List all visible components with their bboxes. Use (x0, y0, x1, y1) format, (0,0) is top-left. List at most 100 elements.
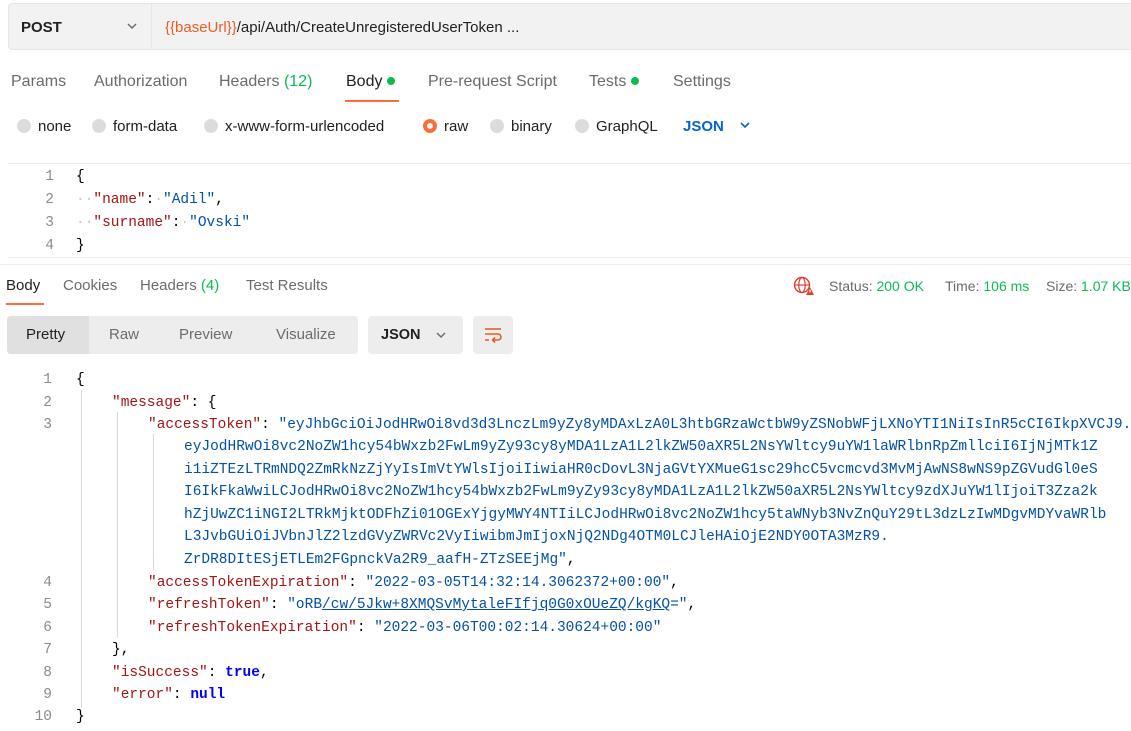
json-string: "eyJhbGciOiJodHRwOi8vd3d3LnczLm9yZy8yMDA… (278, 417, 1131, 433)
code-line: }, (112, 642, 130, 658)
json-string: "oRB (287, 597, 323, 613)
headers-count-badge: (4) (200, 277, 220, 294)
tab-params[interactable]: Params (11, 73, 66, 91)
line-number: 3 (45, 215, 54, 231)
body-format-dropdown[interactable]: JSON (683, 118, 752, 135)
code-line: "accessTokenExpiration": "2022-03-05T14:… (148, 575, 679, 591)
radio-binary[interactable]: binary (490, 118, 552, 135)
line-number: 3 (43, 417, 52, 433)
response-time[interactable]: Time: 106 ms (945, 278, 1029, 294)
radio-urlencoded[interactable]: x-www-form-urlencoded (204, 118, 384, 135)
line-number: 4 (45, 238, 54, 254)
url-input[interactable]: {{baseUrl}}/api/Auth/CreateUnregisteredU… (165, 19, 519, 36)
json-string-continued: I6IkFkaWwiLCJodHRwOi8vc2NoZW1hcy54bWxzb2… (184, 484, 1098, 500)
code-line: ··"surname":·"Ovski" (76, 215, 251, 231)
time-label: Time: (945, 278, 980, 294)
response-format-label: JSON (381, 327, 421, 343)
response-tab-headers[interactable]: Headers (4) (140, 277, 219, 294)
code-line: "message": { (112, 395, 217, 411)
radio-binary-label: binary (511, 118, 552, 135)
tab-headers[interactable]: Headers (12) (219, 73, 312, 91)
response-size[interactable]: Size: 1.07 KB (1046, 278, 1131, 294)
json-string-link[interactable]: /cw/5Jkw+8XMQSvMytaleFIfjq0G0xOUeZQ/kgKQ (322, 597, 670, 613)
status-label: Status: (829, 278, 873, 294)
json-string: =" (670, 597, 688, 613)
chevron-down-icon (436, 332, 446, 339)
method-selector[interactable]: POST (9, 4, 152, 49)
response-body-viewer[interactable]: 1 2 3 4 5 6 7 8 9 10 { "message": { "acc… (0, 368, 1131, 731)
radio-circle (92, 119, 106, 134)
json-key: "isSuccess" (112, 665, 208, 681)
tab-body-label: Body (346, 73, 383, 90)
line-number: 1 (45, 169, 54, 185)
json-key: "surname" (93, 215, 172, 231)
code-line: "isSuccess": true, (112, 665, 269, 681)
tab-settings[interactable]: Settings (673, 73, 731, 91)
code-line: "refreshToken": "oRB/cw/5Jkw+8XMQSvMytal… (148, 597, 697, 613)
radio-circle (575, 119, 589, 134)
line-number: 8 (43, 665, 52, 681)
response-status[interactable]: Status: 200 OK (829, 278, 924, 294)
chevron-down-icon (740, 122, 750, 129)
response-tab-cookies[interactable]: Cookies (63, 277, 117, 294)
radio-graphql[interactable]: GraphQL (575, 118, 658, 135)
code-brace: } (76, 709, 85, 725)
view-pretty[interactable]: Pretty (26, 326, 65, 343)
size-value: 1.07 KB (1081, 278, 1131, 294)
url-variable: {{baseUrl}} (165, 19, 237, 36)
json-string-continued: hZjUwZC1iNGI2LTRkMjktODFhZi01OGExYjgyMWY… (184, 507, 1107, 523)
line-number: 10 (34, 709, 52, 725)
radio-none[interactable]: none (17, 118, 71, 135)
code-brace: } (112, 642, 121, 658)
status-value: 200 OK (876, 278, 924, 294)
radio-raw[interactable]: raw (423, 118, 468, 135)
response-format-dropdown[interactable]: JSON (368, 316, 463, 354)
response-tab-headers-label: Headers (140, 277, 197, 294)
code-line: ZrDR8DItESjETLEm2FGpnckVa2R9_aafH-ZTzSEE… (184, 552, 576, 568)
code-brace: { (76, 372, 85, 388)
pane-divider[interactable] (0, 264, 1131, 265)
radio-circle (490, 119, 504, 134)
line-number: 2 (43, 395, 52, 411)
indent-guide (153, 434, 154, 570)
view-visualize[interactable]: Visualize (276, 326, 336, 343)
tab-prerequest-script[interactable]: Pre-request Script (428, 73, 557, 91)
active-tab-underline (345, 100, 399, 102)
json-string-continued: ZrDR8DItESjETLEm2FGpnckVa2R9_aafH-ZTzSEE… (184, 552, 567, 568)
radio-raw-label: raw (444, 118, 469, 135)
json-string-continued: i1iZTEzLTRmNDQ2ZmRkNzZjYyIsImVtYWlsIjoiI… (184, 462, 1098, 478)
tab-authorization[interactable]: Authorization (94, 73, 187, 91)
tab-body[interactable]: Body (346, 73, 396, 91)
time-value: 106 ms (983, 278, 1030, 294)
tab-tests-label: Tests (589, 73, 627, 90)
line-number: 7 (43, 642, 52, 658)
json-string: "2022-03-05T14:32:14.3062372+00:00" (365, 575, 671, 591)
view-raw[interactable]: Raw (109, 326, 139, 343)
json-key: "accessToken" (148, 417, 262, 433)
indent-guide (81, 390, 82, 708)
body-indicator-dot (387, 76, 396, 85)
radio-form-data[interactable]: form-data (92, 118, 177, 135)
line-number: 4 (43, 575, 52, 591)
json-string: "Adil" (163, 192, 216, 208)
tab-tests[interactable]: Tests (589, 73, 640, 91)
code-brace: { (76, 169, 85, 185)
view-preview[interactable]: Preview (179, 326, 232, 343)
tab-headers-label: Headers (219, 73, 280, 90)
request-body-editor[interactable]: 1 2 3 4 { ··"name":·"Adil", ··"surname":… (8, 163, 1131, 258)
response-tab-body[interactable]: Body (6, 277, 40, 294)
url-bar: POST {{baseUrl}}/api/Auth/CreateUnregist… (8, 3, 1131, 50)
globe-alert-icon[interactable] (793, 276, 815, 296)
url-path: /api/Auth/CreateUnregisteredUserToken ..… (236, 19, 520, 36)
line-number: 9 (43, 687, 52, 703)
json-key: "accessTokenExpiration" (148, 575, 349, 591)
response-tab-test-results[interactable]: Test Results (246, 277, 328, 294)
wrap-lines-button[interactable] (473, 316, 513, 354)
json-string: "Ovski" (189, 215, 251, 231)
line-number: 6 (43, 620, 52, 636)
code-line: "error": null (112, 687, 226, 703)
indent-guide (117, 412, 118, 638)
radio-none-label: none (38, 118, 72, 135)
json-key: "message" (112, 395, 191, 411)
json-string-continued: L3JvbGUiOiJVbnJlZ2lzdGVyZWRVc2VyIiwibmJm… (184, 529, 889, 545)
